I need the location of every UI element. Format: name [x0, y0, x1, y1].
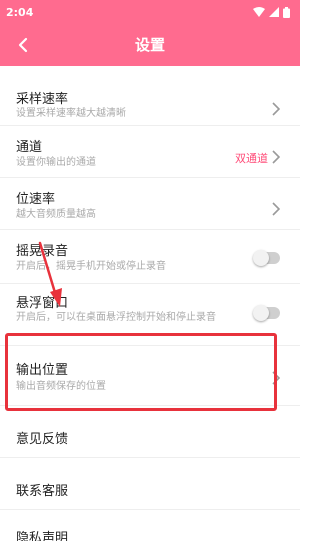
signal-icon — [269, 7, 279, 17]
highlight-box — [5, 333, 277, 411]
app-bar: 设置 — [0, 24, 300, 66]
status-bar: 2:04 — [0, 0, 300, 24]
setting-channel[interactable]: 通道 设置你输出的通道 双通道 — [0, 126, 300, 178]
setting-contact-support[interactable]: 联系客服 — [0, 458, 300, 510]
setting-feedback[interactable]: 意见反馈 — [0, 406, 300, 458]
setting-subtitle: 设置采样速率越大越清晰 — [16, 108, 126, 119]
toggle-knob — [253, 250, 269, 266]
setting-title: 联系客服 — [16, 484, 69, 499]
channel-value: 双通道 — [235, 152, 268, 165]
setting-subtitle: 开启后，摇晃手机开始或停止录音 — [16, 261, 166, 272]
chevron-right-icon — [272, 102, 280, 116]
chevron-right-icon — [272, 202, 280, 216]
status-time: 2:04 — [6, 5, 34, 19]
status-icons — [253, 6, 290, 18]
shake-record-toggle[interactable] — [253, 250, 280, 266]
settings-list: 采样速率 设置采样速率越大越清晰 通道 设置你输出的通道 双通道 位速率 越大音… — [0, 66, 300, 541]
toggle-knob — [253, 305, 269, 321]
setting-subtitle: 越大音频质量越高 — [16, 209, 96, 220]
setting-title: 通道 — [16, 140, 43, 155]
setting-privacy[interactable]: 隐私声明 — [0, 510, 300, 541]
setting-subtitle: 开启后，可以在桌面悬浮控制开始和停止录音 — [16, 312, 216, 323]
floating-window-toggle[interactable] — [253, 305, 280, 321]
battery-icon — [283, 6, 290, 18]
page-title: 设置 — [134, 36, 165, 54]
setting-title: 悬浮窗口 — [16, 296, 69, 311]
setting-title: 隐私声明 — [16, 531, 69, 541]
setting-title: 摇晃录音 — [16, 244, 69, 259]
setting-shake-record: 摇晃录音 开启后，摇晃手机开始或停止录音 — [0, 230, 300, 284]
setting-sample-rate[interactable]: 采样速率 设置采样速率越大越清晰 — [0, 66, 300, 126]
setting-subtitle: 设置你输出的通道 — [16, 157, 96, 168]
setting-title: 采样速率 — [16, 92, 69, 107]
setting-title: 意见反馈 — [16, 432, 69, 447]
setting-title: 位速率 — [16, 192, 56, 207]
wifi-icon — [253, 7, 265, 17]
chevron-right-icon — [272, 150, 280, 164]
setting-bitrate[interactable]: 位速率 越大音频质量越高 — [0, 178, 300, 230]
